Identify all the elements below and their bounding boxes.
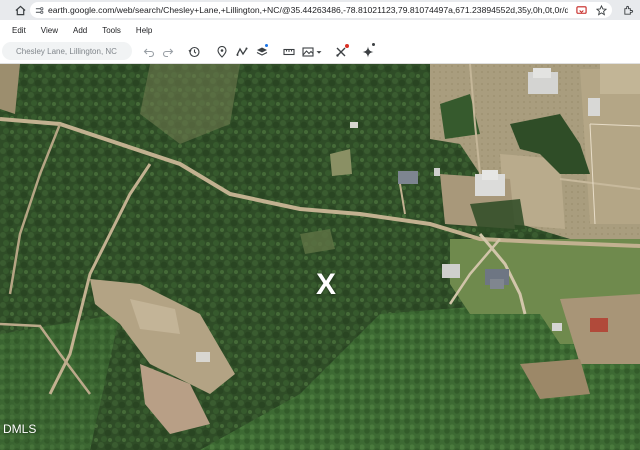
path-icon[interactable] (234, 44, 250, 60)
satellite-map[interactable]: X DMLS (0, 64, 640, 450)
toolbar (0, 40, 640, 64)
menu-help[interactable]: Help (136, 26, 152, 35)
menu-add[interactable]: Add (73, 26, 87, 35)
watermark-text: DMLS (3, 422, 37, 436)
sparkle-badge-icon (372, 43, 375, 46)
cast-icon[interactable] (574, 3, 588, 17)
location-marker: X (316, 268, 337, 301)
voyager-badge-icon (345, 44, 349, 48)
url-text[interactable]: earth.google.com/web/search/Chesley+Lane… (48, 5, 568, 15)
home-icon[interactable] (10, 0, 30, 20)
search-input[interactable] (2, 42, 132, 60)
historical-imagery-icon[interactable] (186, 44, 202, 60)
address-bar[interactable]: earth.google.com/web/search/Chesley+Lane… (30, 2, 612, 18)
bookmark-star-icon[interactable] (594, 3, 608, 17)
site-info-icon[interactable] (34, 5, 44, 15)
placemark-icon[interactable] (214, 44, 230, 60)
satellite-imagery[interactable] (0, 64, 640, 450)
redo-icon[interactable] (160, 44, 176, 60)
extensions-icon[interactable] (618, 0, 638, 20)
browser-bar: earth.google.com/web/search/Chesley+Lane… (0, 0, 640, 20)
undo-icon[interactable] (141, 44, 157, 60)
measure-icon[interactable] (281, 44, 297, 60)
menu-tools[interactable]: Tools (102, 26, 121, 35)
dropdown-chevron-icon[interactable] (314, 44, 324, 60)
layers-badge-icon (265, 44, 268, 47)
menu-edit[interactable]: Edit (12, 26, 26, 35)
menu-bar: Edit View Add Tools Help (0, 20, 640, 40)
menu-view[interactable]: View (41, 26, 58, 35)
gemini-sparkle-icon[interactable] (360, 44, 376, 60)
